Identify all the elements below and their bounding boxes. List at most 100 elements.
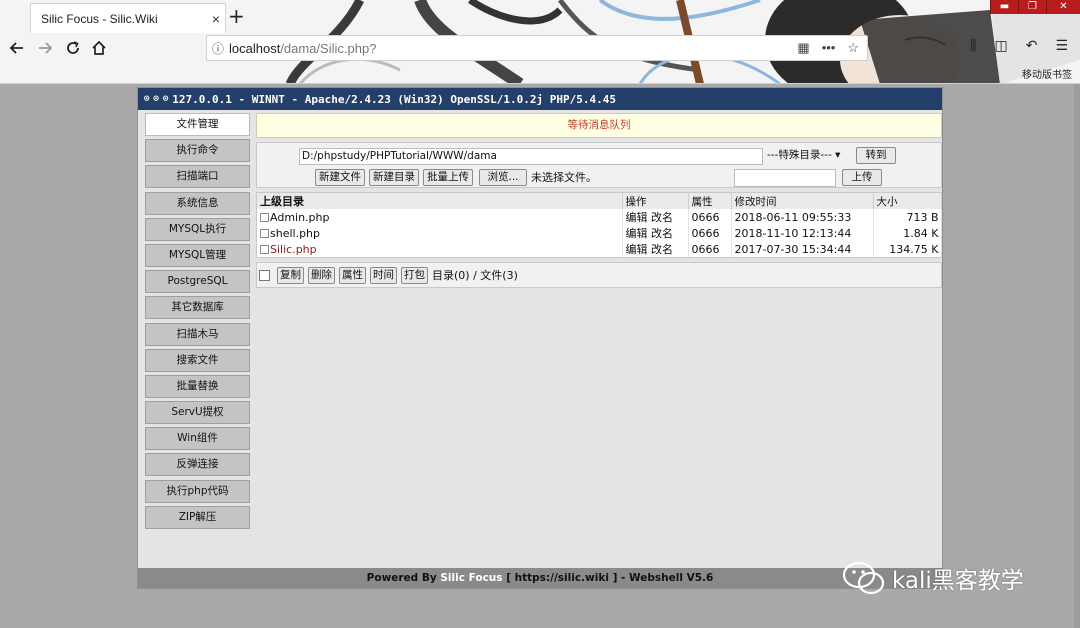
page-actions-icon[interactable]: •••	[822, 40, 836, 56]
url-path: /dama/Silic.php?	[280, 40, 377, 56]
new-dir-button[interactable]: 新建目录	[369, 169, 419, 186]
tab-title: Silic Focus - Silic.Wiki	[41, 11, 158, 26]
sidebar-item-zip-extract[interactable]: ZIP解压	[145, 505, 250, 529]
new-tab-button[interactable]: +	[228, 5, 245, 27]
webshell-window: ⊙ ⊙ ⊙ 127.0.0.1 - WINNT - Apache/2.4.23 …	[137, 87, 943, 589]
reload-button[interactable]	[62, 37, 84, 59]
sidebar-item-batch-replace[interactable]: 批量替换	[145, 374, 250, 398]
file-attr[interactable]: 0666	[688, 241, 732, 257]
mobile-bookmarks[interactable]: 移动版书签	[1022, 66, 1072, 81]
file-name-link[interactable]: shell.php	[270, 227, 320, 240]
copy-button[interactable]: 复制	[277, 266, 304, 284]
footer-brand-link[interactable]: Silic Focus	[440, 572, 502, 584]
minimize-button[interactable]: ▬	[990, 0, 1018, 14]
reload-icon	[67, 41, 79, 54]
file-size: 713 B	[873, 209, 942, 225]
table-row: shell.php 编辑 改名 0666 2018-11-10 12:13:44…	[257, 225, 942, 241]
right-scroll-edge	[1074, 84, 1080, 628]
delete-button[interactable]: 删除	[308, 266, 335, 284]
file-ops[interactable]: 编辑 改名	[622, 209, 689, 225]
sync-icon[interactable]: ↶	[1026, 38, 1038, 54]
watermark-text: kali黑客教学	[892, 568, 1024, 594]
goto-button[interactable]: 转到	[856, 147, 896, 164]
row-checkbox[interactable]	[260, 244, 269, 254]
attr-button[interactable]: 属性	[339, 266, 366, 284]
sidebar-item-mysql-manage[interactable]: MYSQL管理	[145, 243, 250, 267]
forward-arrow-icon	[39, 42, 53, 54]
file-attr[interactable]: 0666	[688, 225, 732, 241]
upload-button[interactable]: 上传	[842, 169, 882, 186]
no-file-label: 未选择文件。	[531, 171, 597, 184]
sidebar-menu: 文件管理 执行命令 扫描端口 系统信息 MYSQL执行 MYSQL管理 Post…	[145, 113, 250, 532]
qr-code-icon[interactable]: ▦	[797, 40, 809, 56]
pack-button[interactable]: 打包	[401, 266, 428, 284]
file-mtime[interactable]: 2017-07-30 15:34:44	[731, 241, 874, 257]
sidebar-item-port-scan[interactable]: 扫描端口	[145, 165, 250, 189]
sidebar-item-exec-command[interactable]: 执行命令	[145, 139, 250, 163]
special-dir-select[interactable]: ---特殊目录--- ▾	[767, 148, 855, 165]
parent-dir-link[interactable]: 上级目录	[257, 193, 623, 209]
browser-chrome: Silic Focus - Silic.Wiki × + ⓘ localhost…	[0, 0, 1080, 84]
path-input[interactable]: D:/phpstudy/PHPTutorial/WWW/dama	[299, 148, 763, 165]
main-panel: 等待消息队列 D:/phpstudy/PHPTutorial/WWW/dama …	[256, 113, 942, 288]
file-size: 134.75 K	[873, 241, 942, 257]
file-size: 1.84 K	[873, 225, 942, 241]
sidebar-item-search-files[interactable]: 搜索文件	[145, 348, 250, 372]
file-mtime[interactable]: 2018-06-11 09:55:33	[731, 209, 874, 225]
back-button[interactable]	[6, 37, 28, 59]
upload-filename-input[interactable]	[734, 169, 836, 187]
menu-icon[interactable]: ☰	[1055, 38, 1068, 54]
table-header-row: 上级目录 操作 属性 修改时间 大小	[257, 193, 942, 209]
forward-button[interactable]	[34, 37, 56, 59]
wechat-icon	[842, 561, 885, 595]
time-button[interactable]: 时间	[370, 266, 397, 284]
sidebar-item-postgresql[interactable]: PostgreSQL	[145, 270, 250, 294]
circle-icon: ⊙	[144, 94, 150, 104]
home-button[interactable]	[88, 37, 110, 59]
sidebar-item-trojan-scan[interactable]: 扫描木马	[145, 322, 250, 346]
sidebar-item-file-manager[interactable]: 文件管理	[145, 113, 250, 136]
row-checkbox[interactable]	[260, 228, 269, 238]
sidebar-item-reverse-shell[interactable]: 反弹连接	[145, 453, 250, 477]
tab-close-icon[interactable]: ×	[207, 11, 225, 27]
file-table: 上级目录 操作 属性 修改时间 大小 Admin.php 编辑 改名 0666 …	[256, 192, 942, 258]
row-checkbox[interactable]	[260, 212, 269, 222]
back-arrow-icon	[9, 42, 23, 54]
file-name-link[interactable]: Silic.php	[270, 243, 317, 256]
url-bar[interactable]: ⓘ localhost/dama/Silic.php? ▦ ••• ☆	[206, 35, 868, 61]
close-window-button[interactable]: ✕	[1046, 0, 1080, 14]
sidebar-item-system-info[interactable]: 系统信息	[145, 191, 250, 215]
special-dir-value: ---特殊目录---	[767, 149, 832, 161]
file-name-link[interactable]: Admin.php	[270, 211, 330, 224]
file-attr[interactable]: 0666	[688, 209, 732, 225]
sidebar-item-win-components[interactable]: Win组件	[145, 427, 250, 451]
browser-tab[interactable]: Silic Focus - Silic.Wiki ×	[30, 3, 226, 33]
batch-upload-button[interactable]: 批量上传	[423, 169, 473, 186]
message-queue: 等待消息队列	[256, 113, 942, 138]
file-ops[interactable]: 编辑 改名	[622, 225, 689, 241]
sidebar-item-mysql-exec[interactable]: MYSQL执行	[145, 217, 250, 241]
shell-footer: Powered By Silic Focus [ https://silic.w…	[138, 568, 942, 588]
bookmark-star-icon[interactable]: ☆	[847, 40, 859, 56]
dropdown-arrow-icon: ▾	[835, 149, 841, 161]
sidebar-item-exec-php[interactable]: 执行php代码	[145, 479, 250, 503]
library-icon[interactable]: ⫼	[970, 38, 976, 54]
table-row: Admin.php 编辑 改名 0666 2018-06-11 09:55:33…	[257, 209, 942, 225]
browse-button[interactable]: 浏览...	[479, 169, 527, 186]
col-header-mtime: 修改时间	[731, 193, 874, 209]
select-all-checkbox[interactable]	[259, 269, 270, 281]
sidebar-toggle-icon[interactable]: ◫	[994, 38, 1007, 54]
col-header-attr: 属性	[688, 193, 732, 209]
info-icon[interactable]: ⓘ	[207, 40, 229, 57]
table-row: Silic.php 编辑 改名 0666 2017-07-30 15:34:44…	[257, 241, 942, 257]
maximize-button[interactable]: ❐	[1018, 0, 1046, 14]
circle-icon: ⊙	[162, 94, 169, 104]
new-file-button[interactable]: 新建文件	[315, 169, 365, 186]
sidebar-item-other-db[interactable]: 其它数据库	[145, 296, 250, 320]
url-host: localhost	[229, 40, 281, 56]
server-info: 127.0.0.1 - WINNT - Apache/2.4.23 (Win32…	[172, 92, 616, 106]
file-mtime[interactable]: 2018-11-10 12:13:44	[731, 225, 874, 241]
col-header-size: 大小	[873, 193, 942, 209]
file-ops[interactable]: 编辑 改名	[622, 241, 689, 257]
sidebar-item-servu-privesc[interactable]: ServU提权	[145, 401, 250, 425]
